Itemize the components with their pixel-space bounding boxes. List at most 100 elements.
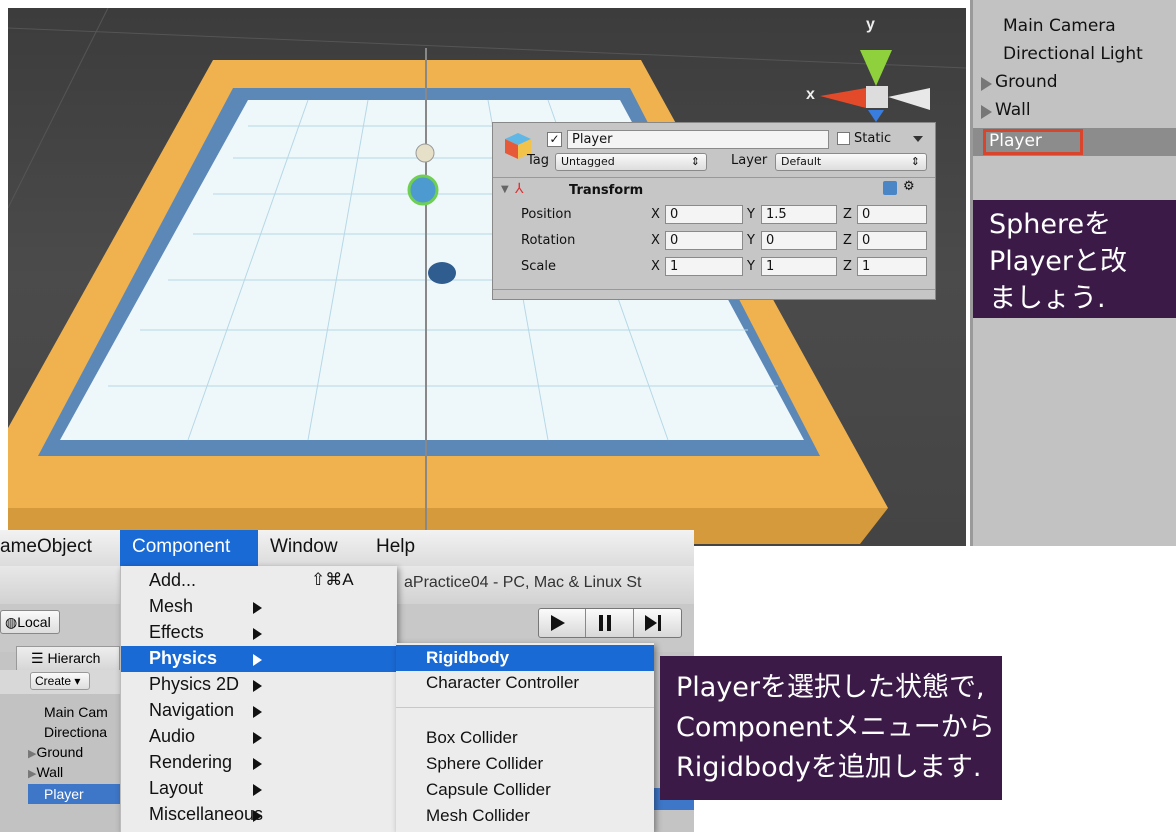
menu-window[interactable]: Window — [270, 536, 338, 558]
active-checkbox[interactable]: ✓ — [547, 132, 562, 147]
annotation-line: Playerを選択した状態で, — [676, 672, 985, 703]
scale-z-field[interactable]: 1 — [857, 257, 927, 276]
menu-item-capsule-collider[interactable]: Capsule Collider — [426, 780, 551, 800]
menu-item-rendering[interactable]: Rendering — [149, 752, 232, 773]
gizmo-y-label: y — [866, 16, 875, 33]
axis-z-label: Z — [843, 259, 852, 274]
hierarchy-tab-label: Hierarch — [47, 650, 101, 666]
submenu-arrow-icon — [253, 706, 262, 718]
axis-x-label: X — [651, 207, 660, 222]
pause-icon[interactable] — [599, 615, 603, 631]
annotation-rename: Sphereを Playerと改 ましょう. — [973, 200, 1176, 318]
static-label: Static — [854, 131, 892, 146]
separator — [396, 707, 654, 708]
menu-component[interactable]: Component — [132, 536, 230, 558]
menu-item-layout[interactable]: Layout — [149, 778, 203, 799]
menu-item-effects[interactable]: Effects — [149, 622, 204, 643]
annotation-line: ましょう. — [989, 283, 1106, 314]
menu-item-mesh-collider[interactable]: Mesh Collider — [426, 806, 530, 826]
divider — [493, 177, 935, 178]
window-title: aPractice04 - PC, Mac & Linux St — [404, 574, 642, 591]
static-dropdown-icon[interactable] — [913, 136, 923, 142]
static-checkbox[interactable] — [837, 132, 850, 145]
submenu-arrow-icon — [253, 784, 262, 796]
tag-dropdown[interactable]: Untagged ⇕ — [555, 153, 707, 171]
axis-y-label: Y — [747, 207, 755, 222]
menu-item-character-controller[interactable]: Character Controller — [426, 673, 579, 693]
axis-z-label: Z — [843, 233, 852, 248]
annotation-line: Rigidbodyを追加します. — [676, 752, 982, 783]
gizmo-x-arrow — [820, 88, 866, 108]
tag-label: Tag — [527, 153, 550, 168]
expand-arrow-icon[interactable] — [981, 77, 992, 91]
hierarchy-item-ground[interactable]: Ground — [995, 72, 1058, 92]
layer-dropdown[interactable]: Default ⇕ — [775, 153, 927, 171]
player-shadow — [428, 262, 456, 284]
rotation-z-field[interactable]: 0 — [857, 231, 927, 250]
tag-value: Untagged — [561, 155, 615, 168]
position-z-field[interactable]: 0 — [857, 205, 927, 224]
create-dropdown[interactable]: Create ▾ — [30, 672, 90, 690]
add-shortcut: ⇧⌘A — [311, 570, 354, 589]
position-label: Position — [521, 207, 572, 222]
menu-item-mesh[interactable]: Mesh — [149, 596, 193, 617]
step-icon[interactable] — [645, 615, 657, 631]
rotation-y-field[interactable]: 0 — [761, 231, 837, 250]
gizmo-y-arrow — [860, 50, 892, 86]
local-label: Local — [17, 614, 51, 630]
hierarchy-item-main-camera[interactable]: Main Cam — [44, 704, 108, 720]
menu-item-box-collider[interactable]: Box Collider — [426, 728, 518, 748]
updown-icon: ⇕ — [910, 155, 920, 168]
gear-icon[interactable]: ⚙ — [903, 179, 915, 194]
submenu-arrow-icon — [253, 758, 262, 770]
hierarchy-item-player[interactable]: Player — [44, 786, 84, 802]
annotation-line: Componentメニューから — [676, 712, 995, 743]
playback-controls — [538, 608, 682, 638]
menu-item-physics[interactable]: Physics — [149, 648, 217, 669]
scale-y-field[interactable]: 1 — [761, 257, 837, 276]
annotation-line: Sphereを — [989, 209, 1112, 240]
light-gizmo — [415, 143, 435, 163]
pivot-local-button[interactable]: ◍Local — [0, 610, 60, 634]
play-icon[interactable] — [551, 615, 565, 631]
menu-item-miscellaneous[interactable]: Miscellaneous — [149, 804, 263, 825]
menu-item-audio[interactable]: Audio — [149, 726, 195, 747]
hierarchy-item-main-camera[interactable]: Main Camera — [1003, 16, 1116, 36]
menu-help[interactable]: Help — [376, 536, 415, 558]
menu-item-add[interactable]: Add... — [149, 570, 196, 591]
component-menu: Add... ⇧⌘A Mesh Effects Physics Physics … — [120, 566, 397, 832]
menu-item-navigation[interactable]: Navigation — [149, 700, 234, 721]
name-field[interactable]: Player — [567, 130, 829, 149]
scale-x-field[interactable]: 1 — [665, 257, 743, 276]
tab-hierarchy[interactable]: ☰ Hierarch — [16, 646, 120, 670]
expand-arrow-icon[interactable] — [981, 105, 992, 119]
hierarchy-panel: Main Camera Directional Light Ground Wal… — [970, 0, 1176, 546]
position-x-field[interactable]: 0 — [665, 205, 743, 224]
rotation-x-field[interactable]: 0 — [665, 231, 743, 250]
layer-label: Layer — [731, 153, 768, 168]
hierarchy-item-ground[interactable]: ▶Ground — [28, 744, 83, 760]
help-icon[interactable] — [883, 181, 897, 195]
hierarchy-item-wall[interactable]: ▶Wall — [28, 764, 63, 780]
hierarchy-item-wall[interactable]: Wall — [995, 100, 1031, 120]
annotation-add-rigidbody: Playerを選択した状態で, Componentメニューから Rigidbod… — [660, 656, 1002, 800]
axis-x-label: X — [651, 259, 660, 274]
menu-item-sphere-collider[interactable]: Sphere Collider — [426, 754, 543, 774]
menu-gameobject[interactable]: ameObject — [0, 536, 92, 558]
submenu-arrow-icon — [253, 732, 262, 744]
updown-icon: ⇕ — [690, 155, 700, 168]
divider — [493, 289, 935, 290]
inspector-panel: ✓ Player Static Tag Untagged ⇕ Layer Defa… — [492, 122, 936, 300]
highlight-box — [983, 129, 1083, 155]
foldout-triangle-icon[interactable]: ▼ — [501, 184, 509, 195]
menu-item-physics-2d[interactable]: Physics 2D — [149, 674, 239, 695]
menu-item-rigidbody[interactable]: Rigidbody — [426, 648, 509, 668]
axis-x-label: X — [651, 233, 660, 248]
hierarchy-item-directional-light[interactable]: Directional Light — [1003, 44, 1143, 64]
wall-label: Wall — [36, 764, 64, 780]
gizmo-x-label: x — [806, 86, 815, 103]
list-icon: ☰ — [31, 650, 48, 666]
axis-z-label: Z — [843, 207, 852, 222]
position-y-field[interactable]: 1.5 — [761, 205, 837, 224]
hierarchy-item-directional-light[interactable]: Directiona — [44, 724, 107, 740]
